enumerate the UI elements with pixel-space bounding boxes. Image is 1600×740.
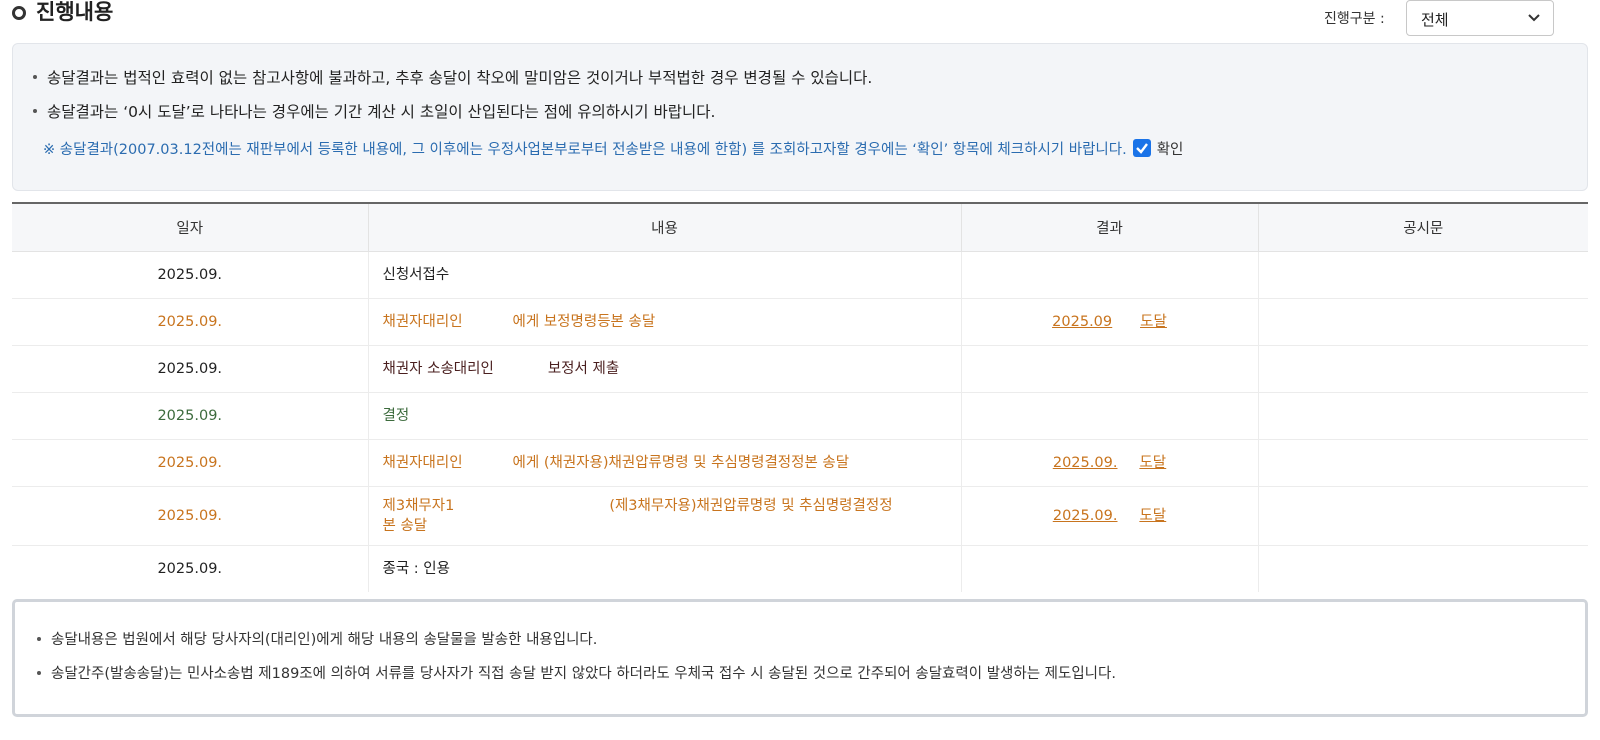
notice-note: ※ 송달결과(2007.03.12전에는 재판부에서 등록한 내용에, 그 이후… xyxy=(43,139,1183,161)
row-content: 신청서접수 xyxy=(368,251,962,299)
delivery-result-link[interactable]: 2025.09. 도달 xyxy=(1053,508,1166,524)
bullet-dot-icon xyxy=(37,636,41,641)
info-box: 송달내용은 법원에서 해당 당사자의(대리인)에게 해당 내용의 송달물을 발송… xyxy=(12,599,1588,717)
row-notice xyxy=(1258,392,1588,440)
table-row: 2025.09. 신청서접수 xyxy=(12,251,1588,299)
row-date: 2025.09. xyxy=(12,298,369,346)
table-row: 2025.09. 결정 xyxy=(12,392,1588,440)
notice-line: 송달결과는 ‘0시 도달’로 나타나는 경우에는 기간 계산 시 초일이 산입된… xyxy=(33,101,715,123)
row-content: 채권자대리인 에게 보정명령등본 송달 xyxy=(368,298,962,346)
col-header-content: 내용 xyxy=(368,202,962,252)
row-content: 제3채무자1 (제3채무자용)채권압류명령 및 추심명령결정정 본 송달 xyxy=(368,486,962,546)
col-header-date: 일자 xyxy=(12,202,369,252)
check-icon xyxy=(1135,143,1148,154)
row-date: 2025.09. xyxy=(12,345,369,393)
chevron-down-icon xyxy=(1528,14,1540,22)
row-content: 채권자 소송대리인 보정서 제출 xyxy=(368,345,962,393)
col-header-result: 결과 xyxy=(961,202,1259,252)
info-line: 송달간주(발송송달)는 민사소송법 제189조에 의하여 서류를 당사자가 직접… xyxy=(37,664,1116,684)
page-title: 진행내용 xyxy=(36,0,114,24)
row-result: 2025.09. 도달 xyxy=(961,486,1259,546)
section-header: 진행내용 진행구분 : 전체 xyxy=(12,0,1588,40)
row-result: 2025.09. 도달 xyxy=(961,439,1259,487)
row-date: 2025.09. xyxy=(12,392,369,440)
confirm-checkbox-label[interactable]: 확인 xyxy=(1157,142,1184,158)
row-content: 결정 xyxy=(368,392,962,440)
progress-type-select[interactable]: 전체 xyxy=(1406,0,1554,36)
table-row: 2025.09. 채권자 소송대리인 보정서 제출 xyxy=(12,345,1588,393)
table-row: 2025.09. 종국 : 인용 xyxy=(12,545,1588,593)
row-notice xyxy=(1258,345,1588,393)
info-line: 송달내용은 법원에서 해당 당사자의(대리인)에게 해당 내용의 송달물을 발송… xyxy=(37,630,597,650)
row-result xyxy=(961,251,1259,299)
row-notice xyxy=(1258,251,1588,299)
notice-line: 송달결과는 법적인 효력이 없는 참고사항에 불과하고, 추후 송달이 착오에 … xyxy=(33,67,872,89)
col-header-notice: 공시문 xyxy=(1258,202,1588,252)
row-result: 2025.09 도달 xyxy=(961,298,1259,346)
row-result xyxy=(961,545,1259,592)
row-notice xyxy=(1258,486,1588,546)
row-result xyxy=(961,345,1259,393)
row-date: 2025.09. xyxy=(12,545,369,592)
row-result xyxy=(961,392,1259,440)
confirm-checkbox[interactable] xyxy=(1132,139,1151,157)
row-notice xyxy=(1258,298,1588,346)
table-row: 2025.09. 채권자대리인 에게 (채권자용)채권압류명령 및 추심명령결정정… xyxy=(12,439,1588,487)
row-content: 종국 : 인용 xyxy=(368,545,962,592)
bullet-dot-icon xyxy=(37,670,41,675)
row-content: 채권자대리인 에게 (채권자용)채권압류명령 및 추심명령결정정본 송달 xyxy=(368,439,962,487)
delivery-result-link[interactable]: 2025.09. 도달 xyxy=(1053,455,1166,471)
page: 진행내용 진행구분 : 전체 송달결과는 법적인 효력이 없는 참고사항에 불과… xyxy=(0,0,1600,740)
circle-bullet-icon xyxy=(12,6,26,20)
bullet-dot-icon xyxy=(33,75,37,79)
row-date: 2025.09. xyxy=(12,439,369,487)
row-date: 2025.09. xyxy=(12,251,369,299)
progress-table: 일자 내용 결과 공시문 2025.09. 신청서접수 2025.09. 채권자… xyxy=(12,202,1588,592)
delivery-result-link[interactable]: 2025.09 도달 xyxy=(1052,314,1167,330)
table-header-row: 일자 내용 결과 공시문 xyxy=(12,202,1588,252)
notice-box: 송달결과는 법적인 효력이 없는 참고사항에 불과하고, 추후 송달이 착오에 … xyxy=(12,43,1588,191)
row-date: 2025.09. xyxy=(12,486,369,546)
row-notice xyxy=(1258,546,1588,593)
progress-type-selected: 전체 xyxy=(1421,11,1449,29)
bullet-dot-icon xyxy=(33,109,37,113)
filter-label: 진행구분 : xyxy=(1324,11,1385,27)
row-notice xyxy=(1258,439,1588,487)
table-row: 2025.09. 채권자대리인 에게 보정명령등본 송달 2025.09 도달 xyxy=(12,298,1588,346)
table-row: 2025.09. 제3채무자1 (제3채무자용)채권압류명령 및 추심명령결정정 본… xyxy=(12,486,1588,546)
